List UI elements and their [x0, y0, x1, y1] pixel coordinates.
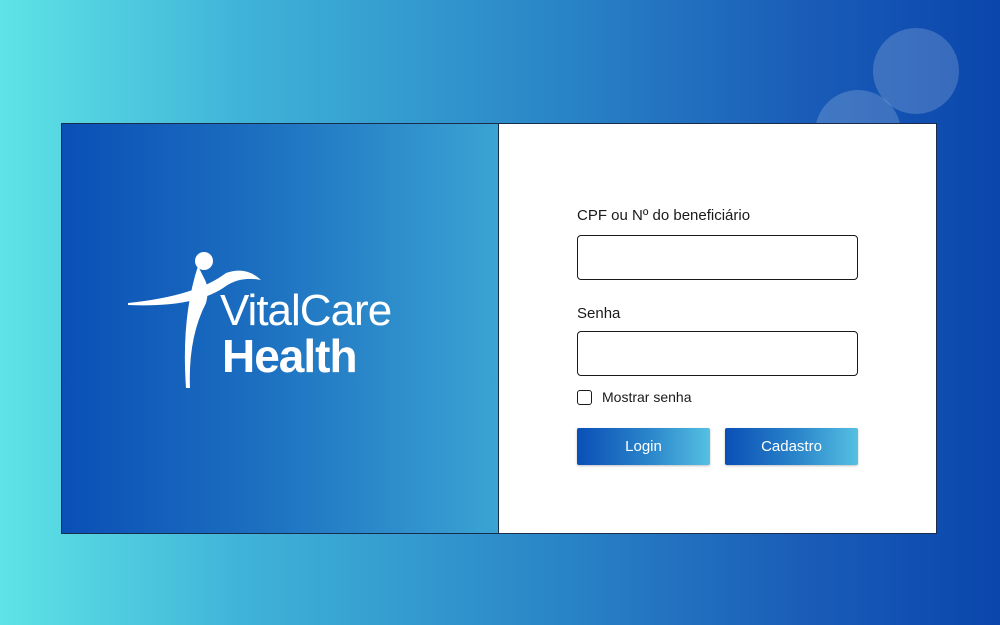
show-password-label: Mostrar senha — [602, 389, 692, 405]
login-button[interactable]: Login — [577, 428, 710, 465]
cpf-input[interactable] — [577, 235, 858, 280]
brand-panel: VitalCare Health — [62, 124, 499, 533]
signup-button[interactable]: Cadastro — [725, 428, 858, 465]
cpf-label: CPF ou Nº do beneficiário — [577, 207, 751, 224]
password-input[interactable] — [577, 331, 858, 376]
brand-name-line2: Health — [222, 330, 358, 382]
brand-name-line1: VitalCare — [220, 286, 392, 335]
show-password-checkbox[interactable] — [577, 389, 592, 405]
password-label: Senha — [577, 305, 621, 322]
show-password-row: Mostrar senha — [577, 389, 691, 405]
login-form: CPF ou Nº do beneficiário Senha Mostrar … — [499, 124, 936, 533]
login-card: VitalCare Health CPF ou Nº do beneficiár… — [61, 123, 937, 534]
brand-logo-text: VitalCare Health — [220, 286, 392, 382]
